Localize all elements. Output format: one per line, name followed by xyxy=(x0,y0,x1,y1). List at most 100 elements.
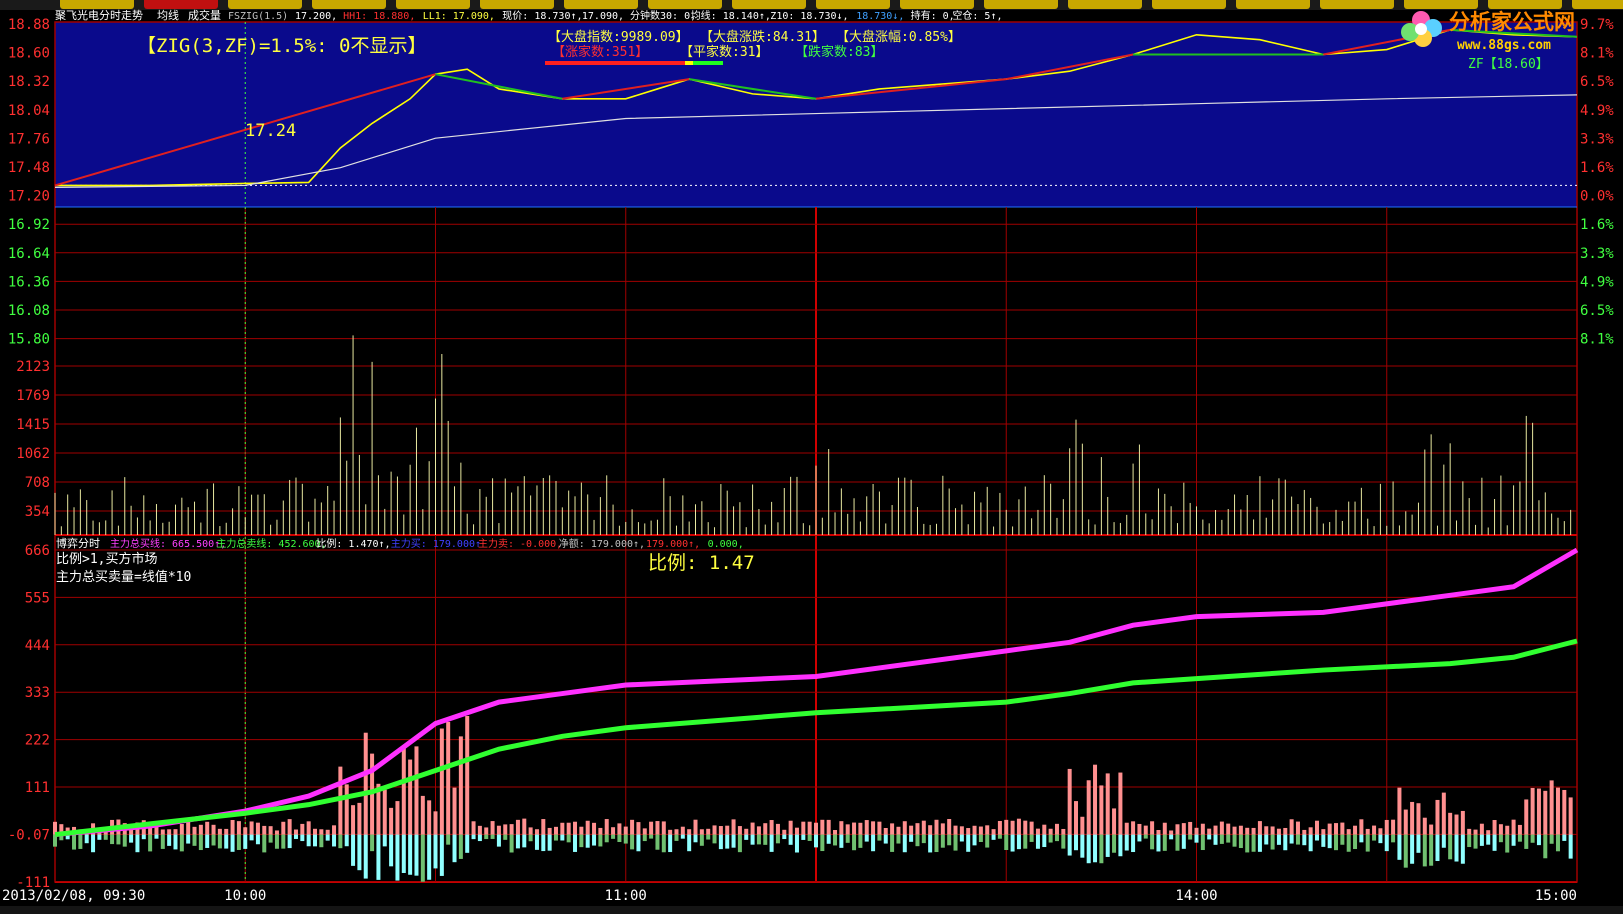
buy-bar xyxy=(281,821,286,835)
sell-bar xyxy=(649,834,654,839)
sell-bar xyxy=(1302,834,1307,846)
sell-bar xyxy=(560,834,565,841)
sell-bar xyxy=(116,834,121,845)
sell-bar xyxy=(1334,834,1339,851)
flow-tick-label: -0.07 xyxy=(8,827,50,843)
buy-bar xyxy=(287,819,292,835)
header-readout: Z10: 18.730↓, xyxy=(770,11,848,22)
volume-tick-label: 2123 xyxy=(16,359,50,375)
time-label: 15:00 xyxy=(1535,888,1577,904)
sell-bar xyxy=(1460,834,1465,864)
flow-tick-label: 222 xyxy=(25,733,50,749)
sell-bar xyxy=(1549,834,1554,844)
buy-bar xyxy=(439,728,444,835)
buy-bar xyxy=(357,802,362,835)
sell-bar xyxy=(389,834,394,867)
sell-bar xyxy=(496,834,501,847)
flow-title: 博弈分时 xyxy=(56,536,100,550)
sell-bar xyxy=(1289,834,1294,844)
buy-bar xyxy=(820,819,825,835)
buy-bar xyxy=(325,829,330,835)
buy-bar xyxy=(306,821,311,835)
pct-tick-label: 3.3% xyxy=(1580,131,1614,147)
sell-bar xyxy=(997,834,1002,839)
buy-bar xyxy=(1321,829,1326,835)
buy-bar xyxy=(547,827,552,835)
sell-bar xyxy=(890,834,895,852)
sell-bar xyxy=(338,834,343,849)
buy-bar xyxy=(490,821,495,835)
buy-bar xyxy=(756,826,761,835)
volume-tick-label: 708 xyxy=(25,475,50,491)
buy-bar xyxy=(1536,788,1541,835)
buy-bar xyxy=(1232,826,1237,835)
sell-bar xyxy=(801,834,806,840)
sell-bar xyxy=(756,834,761,845)
buy-bar xyxy=(1308,827,1313,835)
sell-bar xyxy=(953,834,958,851)
sell-bar xyxy=(1517,834,1522,842)
buy-bar xyxy=(1479,823,1484,835)
sell-bar xyxy=(1473,834,1478,849)
header-readout: 空仓: 5↑, xyxy=(952,9,1002,22)
sell-bar xyxy=(794,834,799,853)
buy-bar xyxy=(243,827,248,835)
sell-bar xyxy=(566,834,571,843)
buy-bar xyxy=(408,759,413,835)
sell-bar xyxy=(1346,834,1351,852)
sell-bar xyxy=(655,834,660,850)
sell-bar xyxy=(129,834,134,843)
sell-bar xyxy=(661,834,666,853)
sell-bar xyxy=(978,834,983,843)
buy-bar xyxy=(1276,828,1281,835)
sell-bar xyxy=(1397,834,1402,860)
sell-bar xyxy=(1194,834,1199,843)
buy-bar xyxy=(883,828,888,835)
sell-bar xyxy=(617,834,622,843)
time-label: 11:00 xyxy=(605,888,647,904)
buy-bar xyxy=(1422,817,1427,835)
buy-bar xyxy=(1384,819,1389,835)
buy-bar xyxy=(991,829,996,835)
buy-bar xyxy=(1391,819,1396,835)
buy-bar xyxy=(255,822,260,835)
buy-bar xyxy=(966,828,971,835)
flat-ratio-bar xyxy=(685,61,693,65)
sell-bar xyxy=(1150,834,1155,850)
buy-bar xyxy=(1372,825,1377,835)
market-down-count: 【跌家数:83】 xyxy=(795,44,883,60)
sell-bar xyxy=(351,834,356,866)
sell-bar xyxy=(243,834,248,849)
buy-bar xyxy=(1410,801,1415,835)
buy-bar xyxy=(1549,780,1554,835)
buy-bar xyxy=(877,821,882,835)
sell-bar xyxy=(864,834,869,842)
sell-bar xyxy=(1276,834,1281,845)
sell-bar xyxy=(744,834,749,840)
sell-bar xyxy=(1327,834,1332,849)
buy-bar xyxy=(985,825,990,835)
sell-bar xyxy=(769,834,774,852)
sell-bar xyxy=(211,834,216,846)
sell-bar xyxy=(122,834,127,847)
sell-bar xyxy=(1219,834,1224,844)
buy-bar xyxy=(915,823,920,835)
sell-bar xyxy=(1536,834,1541,846)
buy-bar xyxy=(484,827,489,835)
sell-bar xyxy=(1562,834,1567,841)
flow-tick-label: 444 xyxy=(25,638,50,654)
sell-bar xyxy=(1308,834,1313,852)
sell-bar xyxy=(718,834,723,850)
flow-bars xyxy=(53,716,1573,882)
buy-bar xyxy=(1156,829,1161,835)
sell-bar xyxy=(680,834,685,839)
sell-bar xyxy=(775,834,780,844)
sell-bar xyxy=(382,834,387,847)
buy-bar xyxy=(807,821,812,835)
buy-bar xyxy=(1295,821,1300,835)
sell-bar xyxy=(179,834,184,852)
buy-bar xyxy=(1207,828,1212,835)
buy-bar xyxy=(1378,828,1383,835)
sell-bar xyxy=(72,834,77,850)
buy-bar xyxy=(1334,823,1339,835)
